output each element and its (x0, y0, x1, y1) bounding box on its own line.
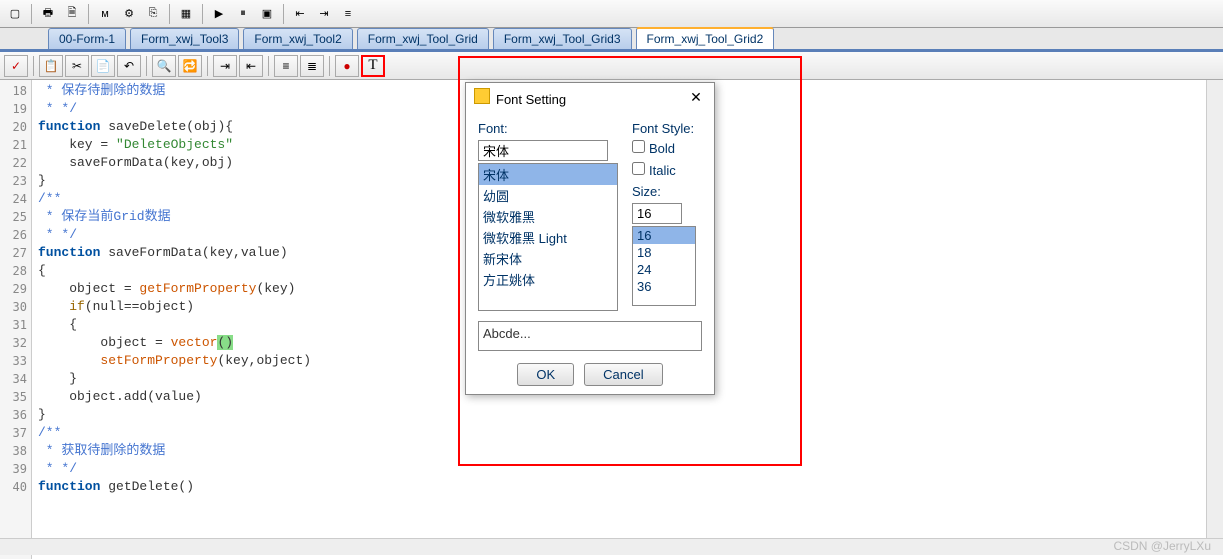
font-input[interactable] (478, 140, 608, 161)
cut-icon[interactable]: ✂ (65, 55, 89, 77)
size-list[interactable]: 16 18 24 36 (632, 226, 696, 306)
tab-tool3[interactable]: Form_xwj_Tool3 (130, 28, 239, 49)
horizontal-scrollbar[interactable] (0, 538, 1223, 555)
font-setting-dialog: Font Setting ✕ Font: 宋体 幼圆 微软雅黑 微软雅黑 Lig… (465, 82, 715, 395)
font-option[interactable]: 幼圆 (479, 185, 617, 206)
main-toolbar: ▢ 🖶 🗎 ᴍ ⚙ ⎘ ▦ ▶ ⏸ ▣ ⇤ ⇥ ≡ (0, 0, 1223, 28)
style-label: Font Style: (632, 121, 702, 136)
comment-icon[interactable]: ≡ (274, 55, 298, 77)
italic-checkbox[interactable]: Italic (632, 162, 702, 178)
tab-grid3[interactable]: Form_xwj_Tool_Grid3 (493, 28, 632, 49)
find-icon[interactable]: ᴍ (94, 3, 116, 25)
paste-icon[interactable]: 📄 (91, 55, 115, 77)
stop-icon[interactable]: ▣ (256, 3, 278, 25)
find2-icon[interactable]: 🔍 (152, 55, 176, 77)
step-icon[interactable]: ⇤ (289, 3, 311, 25)
size-label: Size: (632, 184, 702, 199)
app-icon (474, 88, 490, 104)
outdent-icon[interactable]: ⇤ (239, 55, 263, 77)
font-option[interactable]: 微软雅黑 Light (479, 227, 617, 248)
bookmark-icon[interactable]: ⎘ (142, 3, 164, 25)
print-icon[interactable]: 🖶 (37, 3, 59, 25)
font-option[interactable]: 宋体 (479, 164, 617, 185)
tab-bar: 00-Form-1 Form_xwj_Tool3 Form_xwj_Tool2 … (0, 28, 1223, 52)
line-gutter: 1819202122232425262728293031323334353637… (0, 80, 32, 559)
font-option[interactable]: 微软雅黑 (479, 206, 617, 227)
preview-icon[interactable]: 🗎 (61, 3, 83, 25)
font-option[interactable]: 新宋体 (479, 248, 617, 269)
font-label: Font: (478, 121, 618, 136)
replace-icon[interactable]: ⚙ (118, 3, 140, 25)
step-icon[interactable]: ⇥ (313, 3, 335, 25)
step-icon[interactable]: ≡ (337, 3, 359, 25)
check-icon[interactable]: ✓ (4, 55, 28, 77)
grid-icon[interactable]: ▦ (175, 3, 197, 25)
close-icon[interactable]: ✕ (686, 87, 706, 107)
dialog-title: Font Setting (496, 92, 566, 107)
size-option[interactable]: 16 (633, 227, 695, 244)
bold-checkbox[interactable]: Bold (632, 140, 702, 156)
pause-icon[interactable]: ⏸ (232, 3, 254, 25)
tab-tool2[interactable]: Form_xwj_Tool2 (243, 28, 352, 49)
indent-icon[interactable]: ⇥ (213, 55, 237, 77)
font-option[interactable]: 方正姚体 (479, 269, 617, 290)
watermark: CSDN @JerryLXu (1113, 539, 1211, 553)
size-option[interactable]: 18 (633, 244, 695, 261)
tab-form1[interactable]: 00-Form-1 (48, 28, 126, 49)
tab-grid[interactable]: Form_xwj_Tool_Grid (357, 28, 489, 49)
font-button[interactable]: T (361, 55, 385, 77)
copy-icon[interactable]: 📋 (39, 55, 63, 77)
replace2-icon[interactable]: 🔁 (178, 55, 202, 77)
tool-btn[interactable]: ▢ (4, 3, 26, 25)
preview-box: Abcde... (478, 321, 702, 351)
play-icon[interactable]: ▶ (208, 3, 230, 25)
ok-button[interactable]: OK (517, 363, 574, 386)
editor-toolbar: ✓ 📋 ✂ 📄 ↶ 🔍 🔁 ⇥ ⇤ ≡ ≣ ● T (0, 52, 1223, 80)
size-option[interactable]: 24 (633, 261, 695, 278)
tab-grid2[interactable]: Form_xwj_Tool_Grid2 (636, 27, 775, 49)
size-input[interactable] (632, 203, 682, 224)
undo-icon[interactable]: ↶ (117, 55, 141, 77)
dialog-titlebar[interactable]: Font Setting ✕ (466, 83, 714, 111)
cancel-button[interactable]: Cancel (584, 363, 662, 386)
vertical-scrollbar[interactable] (1206, 80, 1223, 538)
size-option[interactable]: 36 (633, 278, 695, 295)
record-icon[interactable]: ● (335, 55, 359, 77)
uncomment-icon[interactable]: ≣ (300, 55, 324, 77)
font-list[interactable]: 宋体 幼圆 微软雅黑 微软雅黑 Light 新宋体 方正姚体 (478, 163, 618, 311)
